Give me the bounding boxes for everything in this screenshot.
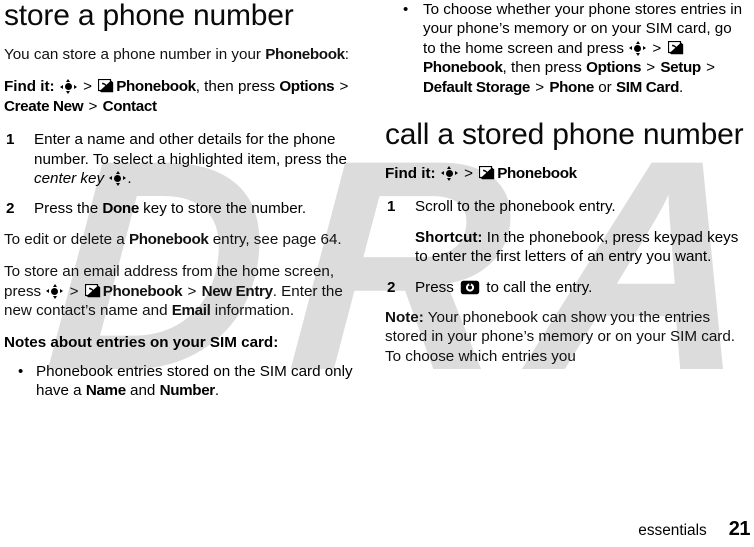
step-text-2: key to store the number. [138,200,307,218]
step-text-2: to call the entry. [482,278,593,296]
call-steps-list: 1 Scroll to the phonebook entry. Shortcut… [385,197,748,297]
find-it-label: Find it: [385,165,436,183]
step-number: 2 [6,200,15,218]
bullet-options: Options [586,59,642,77]
intro-paragraph: You can store a phone number in your Pho… [4,45,367,64]
find-it-phonebook: Phonebook [116,78,196,96]
chevron-separator: > [69,282,79,300]
chevron-separator: > [83,78,92,96]
footer-page-number: 21 [728,518,751,540]
bullet-text-1: To choose whether your phone stores entr… [423,1,743,57]
bullet-dot-icon: • [403,1,409,18]
phonebook-icon [98,79,114,93]
chevron-separator-2: > [646,59,656,77]
bullet-default-storage: Default Storage [423,78,530,96]
step-text-2: . [127,170,132,188]
note-text: Your phonebook can show you the entries … [385,309,736,365]
center-key-icon [59,79,77,95]
find-it-contact: Contact [102,97,157,115]
center-key-icon [440,166,458,182]
manual-page: DRAFT store a phone number You can store… [0,0,754,547]
chevron-separator-2: > [187,282,197,300]
sim-notes-heading: Notes about entries on your SIM card: [4,334,279,352]
footer-chapter-name: essentials [638,522,707,539]
list-item: • To choose whether your phone stores ent… [385,0,748,97]
center-key-icon [629,40,647,56]
phonebook-icon [84,283,101,298]
email-note-new-entry: New Entry [201,282,273,300]
chevron-separator-4: > [535,78,545,96]
shortcut-note: Shortcut: In the phonebook, press keypad… [415,228,748,267]
email-note-phonebook: Phonebook [102,282,183,300]
bullet-bold-number: Number [159,382,216,400]
find-it-after: , then press [195,78,280,96]
find-it-create-new: Create New [4,97,84,115]
page-footer: essentials 21 [0,518,754,541]
chevron-separator-2: > [339,78,349,96]
phonebook-icon [667,40,684,55]
step-text-1: Scroll to the phonebook entry. [415,198,616,216]
storage-choice-bullets: • To choose whether your phone stores ent… [385,0,748,97]
intro-tail: : [344,46,349,63]
edit-note-text-2: entry, see page 64. [208,230,342,248]
page-title-call-a-stored-phone-number: call a stored phone number [385,118,744,152]
bullet-sim-card: SIM Card [615,78,679,96]
step-item: 2 Press to call the entry. [385,278,748,297]
step-text-1: Enter a name and other details for the p… [34,131,347,168]
center-key-icon [46,283,64,299]
step-number: 2 [387,278,396,296]
bullet-text-2: and [125,382,160,400]
step-number: 1 [387,198,396,216]
bullet-text-4: . [679,78,684,96]
edit-delete-note: To edit or delete a Phonebook entry, see… [4,230,367,249]
step-number: 1 [6,131,15,149]
edit-note-phonebook: Phonebook [128,230,209,248]
bullet-text-3: or [594,78,616,96]
bullet-phone: Phone [549,78,595,96]
call-key-icon [460,280,480,295]
step-text-1: Press [415,278,459,296]
bullet-setup: Setup [660,59,701,77]
email-note-text-3: information. [210,302,295,320]
bullet-dot-icon: • [18,362,24,380]
store-steps-list: 1 Enter a name and other details for the … [4,130,367,219]
list-item: • Phonebook entries stored on the SIM car… [4,362,367,401]
left-column: store a phone number You can store a pho… [0,0,385,547]
step-bold-done: Done [102,200,139,218]
chevron-separator: > [464,165,473,183]
chevron-separator: > [652,39,662,57]
page-columns: store a phone number You can store a pho… [0,0,754,547]
page-title-store-a-phone-number: store a phone number [4,0,294,32]
step-item: 1 Enter a name and other details for the … [4,130,367,188]
phonebook-icon [479,165,495,180]
bullet-phonebook: Phonebook [423,59,503,77]
sim-notes-bullets: • Phonebook entries stored on the SIM car… [4,362,367,401]
find-it-phonebook: Phonebook [497,165,577,183]
bullet-text-3: . [214,382,220,400]
edit-note-text-1: To edit or delete a [4,230,129,248]
chevron-separator-3: > [706,59,715,77]
find-it-call: Find it: > Phonebook [385,164,748,183]
step-item: 1 Scroll to the phonebook entry. Shortcut… [385,197,748,266]
step-text-1: Press the [34,200,103,218]
step-italic-center-key: center key [34,170,105,188]
find-it-label: Find it: [4,78,55,96]
intro-lead: You can store a phone number in your [4,46,266,63]
right-column: • To choose whether your phone stores ent… [385,0,754,547]
bullet-text-2: , then press [502,59,587,77]
phonebook-note: Note: Your phonebook can show you the en… [385,308,748,366]
email-address-note: To store an email address from the home … [4,262,367,320]
bullet-bold-name: Name [85,382,126,400]
find-it-options: Options [279,78,335,96]
find-it-store: Find it: > Phonebook, then press Options… [4,77,367,116]
note-label: Note: [385,309,424,327]
center-key-icon [109,171,127,187]
intro-phonebook-term: Phonebook [265,46,345,63]
chevron-separator-3: > [88,97,98,115]
email-note-email-term: Email [171,302,211,320]
step-item: 2 Press the Done key to store the number. [4,199,367,218]
shortcut-label: Shortcut: [415,228,483,246]
